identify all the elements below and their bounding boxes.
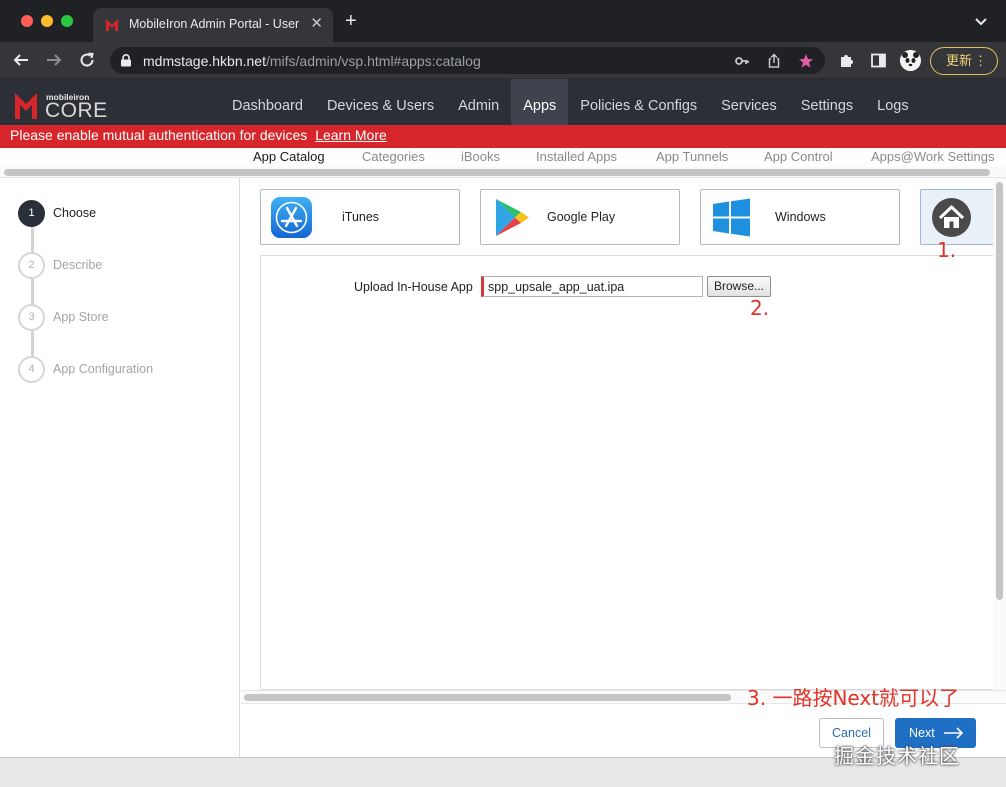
page-horizontal-scrollbar[interactable]	[0, 167, 1006, 178]
update-browser-button[interactable]: 更新 ⋮	[930, 47, 998, 75]
back-arrow-icon[interactable]	[12, 51, 30, 69]
mobileiron-core-logo[interactable]: mobileiron CORE	[14, 88, 114, 122]
app-catalog-content: iTunes Google Play Windows Upload In-Hou…	[241, 178, 1006, 757]
store-option-label: Windows	[775, 210, 826, 224]
url-host: mdmstage.hkbn.net	[143, 53, 266, 69]
step-4-label[interactable]: App Configuration	[53, 362, 153, 376]
step-3-number[interactable]: 3	[18, 304, 45, 331]
google-play-icon	[496, 199, 529, 236]
annotation-step-1: 1.	[937, 238, 957, 262]
content-vertical-scroll-thumb[interactable]	[996, 182, 1003, 600]
subnav-app-tunnels[interactable]: App Tunnels	[656, 149, 728, 164]
window-close-button[interactable]	[21, 15, 33, 27]
content-horizontal-scroll-thumb[interactable]	[244, 694, 731, 701]
main-navigation: Dashboard Devices & Users Admin Apps Pol…	[220, 79, 921, 125]
store-option-windows[interactable]: Windows	[700, 189, 900, 245]
tab-title: MobileIron Admin Portal - User	[129, 17, 300, 31]
store-option-label: iTunes	[342, 210, 380, 224]
share-icon[interactable]	[766, 53, 782, 69]
subnav-apps-at-work-settings[interactable]: Apps@Work Settings	[871, 149, 995, 164]
update-label: 更新	[946, 53, 973, 68]
profile-panda-icon	[900, 50, 921, 71]
browser-tab-strip: MobileIron Admin Portal - User ✕ +	[0, 0, 1006, 42]
upload-in-house-label: Upload In-House App	[354, 280, 473, 294]
tab-close-icon[interactable]: ✕	[310, 16, 323, 32]
nav-dashboard[interactable]: Dashboard	[220, 79, 315, 125]
next-button-label: Next	[909, 726, 935, 740]
browse-button[interactable]: Browse...	[707, 276, 771, 297]
url-path: /mifs/admin/vsp.html#apps:catalog	[265, 53, 481, 69]
extensions-puzzle-icon[interactable]	[838, 52, 855, 69]
annotation-step-3: 3. 一路按Next就可以了	[747, 686, 960, 710]
new-tab-button[interactable]: +	[345, 11, 357, 31]
subnav-categories[interactable]: Categories	[362, 149, 425, 164]
mobileiron-logo-icon	[15, 93, 37, 119]
annotation-step-2: 2.	[750, 296, 770, 320]
upload-in-house-panel: Upload In-House App Browse...	[260, 255, 1000, 690]
forward-arrow-icon[interactable]	[45, 51, 63, 69]
browser-tab-active[interactable]: MobileIron Admin Portal - User ✕	[93, 8, 333, 42]
store-option-label: Google Play	[547, 210, 616, 224]
subnav-installed-apps[interactable]: Installed Apps	[536, 149, 617, 164]
step-connector	[31, 227, 34, 255]
app-window: { "browser": { "tab_title": "MobileIron …	[0, 0, 1006, 787]
bookmark-star-icon[interactable]	[798, 53, 814, 69]
windows-icon	[713, 198, 750, 237]
window-zoom-button[interactable]	[61, 15, 73, 27]
logo-product-text: CORE	[45, 99, 108, 122]
nav-settings[interactable]: Settings	[789, 79, 865, 125]
content-vertical-scrollbar[interactable]	[993, 178, 1006, 690]
step-3-label[interactable]: App Store	[53, 310, 109, 324]
subnav-app-control[interactable]: App Control	[764, 149, 833, 164]
lock-icon	[121, 54, 131, 67]
upload-file-path-field[interactable]	[481, 276, 703, 297]
profile-avatar[interactable]	[900, 50, 921, 71]
address-bar[interactable]: mdmstage.hkbn.net/mifs/admin/vsp.html#ap…	[110, 47, 825, 74]
alert-message: Please enable mutual authentication for …	[10, 127, 308, 143]
step-1-label[interactable]: Choose	[53, 206, 96, 220]
window-minimize-button[interactable]	[41, 15, 53, 27]
arrow-right-icon	[944, 727, 964, 739]
mobileiron-favicon-icon	[106, 19, 118, 31]
apps-subnavigation: App Catalog Categories iBooks Installed …	[0, 148, 1006, 167]
nav-logs[interactable]: Logs	[865, 79, 920, 125]
learn-more-link[interactable]: Learn More	[315, 127, 387, 143]
wizard-steps: 1 Choose 2 Describe 3 App Store 4 App Co…	[0, 178, 240, 757]
juejin-watermark: 掘金技术社区	[834, 746, 960, 768]
mutual-auth-alert-banner: Please enable mutual authentication for …	[0, 125, 1006, 148]
nav-policies-configs[interactable]: Policies & Configs	[568, 79, 709, 125]
nav-devices-users[interactable]: Devices & Users	[315, 79, 446, 125]
page-horizontal-scroll-thumb[interactable]	[4, 169, 990, 176]
subnav-app-catalog[interactable]: App Catalog	[253, 149, 325, 164]
nav-apps[interactable]: Apps	[511, 79, 569, 125]
browser-menu-icon[interactable]: ⋮	[974, 48, 987, 74]
store-option-in-house[interactable]	[920, 189, 1000, 245]
nav-admin[interactable]: Admin	[446, 79, 511, 125]
step-4-number[interactable]: 4	[18, 356, 45, 383]
step-2-number[interactable]: 2	[18, 252, 45, 279]
reload-icon[interactable]	[78, 51, 96, 69]
store-option-google-play[interactable]: Google Play	[480, 189, 680, 245]
step-connector	[31, 279, 34, 307]
key-icon[interactable]	[734, 53, 750, 69]
step-1-number[interactable]: 1	[18, 200, 45, 227]
home-icon	[932, 198, 971, 237]
tab-search-chevron-icon[interactable]	[974, 14, 988, 28]
app-store-icon	[271, 197, 312, 238]
store-option-itunes[interactable]: iTunes	[260, 189, 460, 245]
mobileiron-header: mobileiron CORE Dashboard Devices & User…	[0, 79, 1006, 125]
side-panel-icon[interactable]	[870, 52, 887, 69]
step-2-label[interactable]: Describe	[53, 258, 102, 272]
nav-services[interactable]: Services	[709, 79, 789, 125]
subnav-ibooks[interactable]: iBooks	[461, 149, 500, 164]
browser-toolbar: mdmstage.hkbn.net/mifs/admin/vsp.html#ap…	[0, 42, 1006, 79]
step-connector	[31, 331, 34, 359]
url-text: mdmstage.hkbn.net/mifs/admin/vsp.html#ap…	[143, 53, 481, 69]
